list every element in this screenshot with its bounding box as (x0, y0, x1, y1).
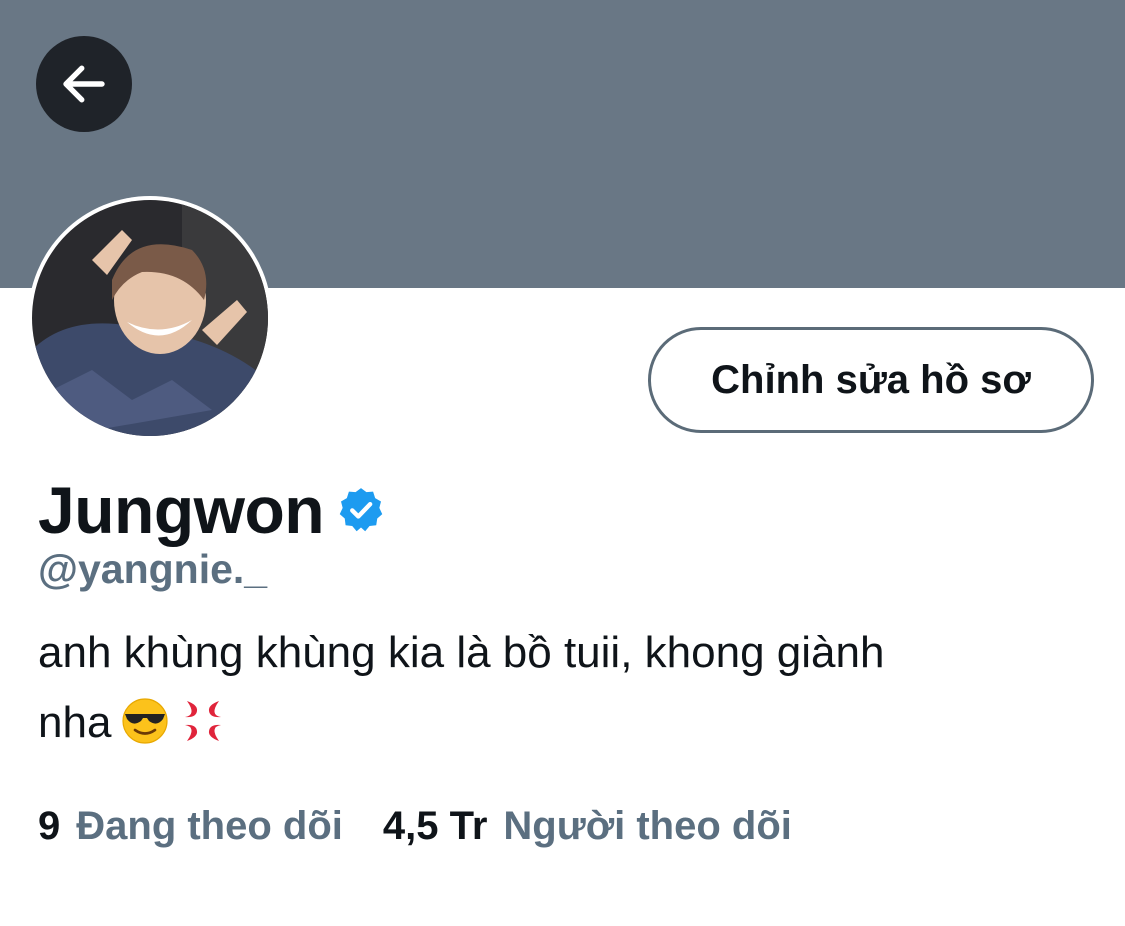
arrow-left-icon (63, 65, 105, 103)
display-name-row: Jungwon (38, 470, 386, 550)
profile-stats: 9 Đang theo dõi 4,5 Tr Người theo dõi (38, 804, 792, 849)
anger-symbol-icon (179, 697, 227, 745)
edit-profile-button[interactable]: Chỉnh sửa hồ sơ (648, 327, 1094, 433)
followers-label: Người theo dõi (503, 804, 792, 848)
bio-line-1: anh khùng khùng kia là bồ tuii, khong gi… (38, 628, 885, 677)
profile-avatar[interactable] (28, 196, 272, 440)
back-button[interactable] (36, 36, 132, 132)
following-count: 9 (38, 804, 61, 848)
avatar-photo (32, 200, 268, 436)
verified-badge-icon[interactable] (336, 485, 386, 535)
followers-count: 4,5 Tr (382, 804, 488, 848)
display-name: Jungwon (38, 473, 325, 547)
bio-line-2: nha (38, 698, 112, 747)
followers-link[interactable]: 4,5 Tr Người theo dõi (383, 804, 792, 849)
profile-handle: @yangnie._ (38, 546, 268, 592)
following-label: Đang theo dõi (76, 804, 343, 848)
bio-line-2-row: nha (38, 688, 1078, 758)
smiling-face-with-sunglasses-icon (121, 697, 169, 745)
profile-bio: anh khùng khùng kia là bồ tuii, khong gi… (38, 618, 1078, 758)
following-link[interactable]: 9 Đang theo dõi (38, 804, 343, 849)
